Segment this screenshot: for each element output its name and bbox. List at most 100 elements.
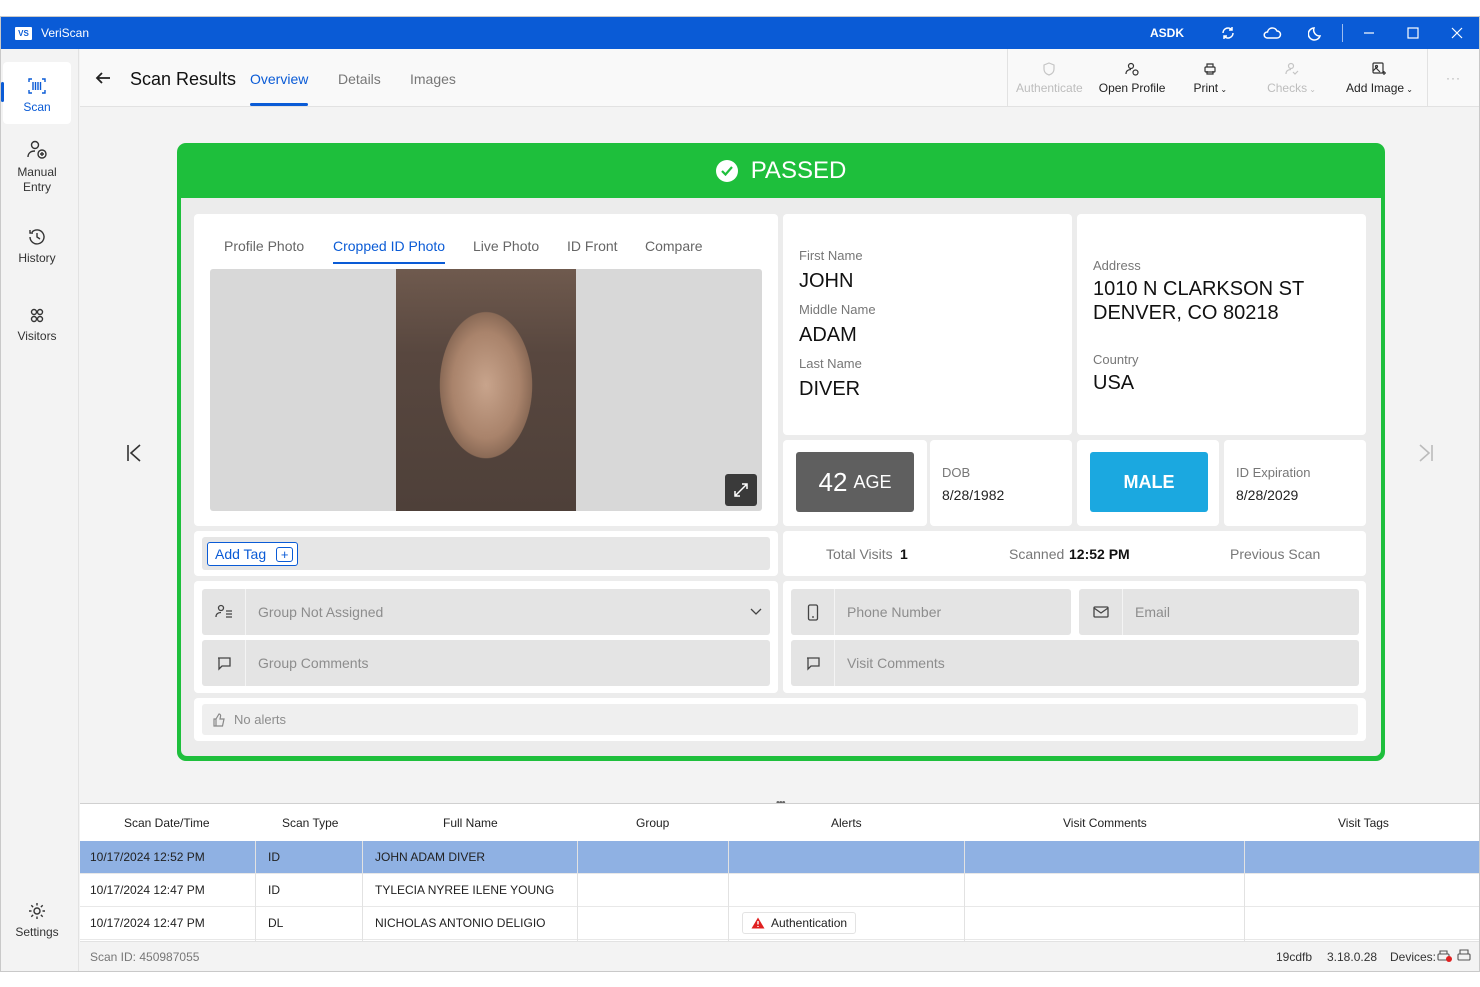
app-version: 3.18.0.28 <box>1327 950 1378 964</box>
cell-full-name: NICHOLAS ANTONIO DELIGIO <box>375 916 546 930</box>
cell-datetime: 10/17/2024 12:52 PM <box>90 850 205 864</box>
table-row[interactable]: 10/17/2024 12:47 PM ID TYLECIA NYREE ILE… <box>80 874 1479 907</box>
add-image-icon <box>1372 61 1386 75</box>
expand-icon[interactable] <box>725 474 757 506</box>
maximize-icon[interactable] <box>1391 17 1435 49</box>
sidebar-item-history[interactable]: History <box>3 227 71 266</box>
check-circle-icon <box>715 159 738 182</box>
id-expiration-panel: ID Expiration 8/28/2029 <box>1224 440 1366 526</box>
dark-mode-icon[interactable] <box>1294 17 1338 49</box>
column-header[interactable]: Visit Tags <box>1338 816 1389 830</box>
last-name-value: DIVER <box>799 378 861 400</box>
title-bar: VS VeriScan ASDK <box>1 17 1479 49</box>
add-image-label: Add Image <box>1346 80 1405 95</box>
dob-panel: DOB 8/28/1982 <box>930 440 1072 526</box>
back-arrow-icon[interactable] <box>94 69 112 92</box>
sidebar-item-scan[interactable]: Scan <box>1 62 71 124</box>
group-placeholder: Group Not Assigned <box>258 604 384 620</box>
cell-scan-type: ID <box>268 883 280 897</box>
app-name: VeriScan <box>41 26 90 40</box>
phone-number-field[interactable]: Phone Number <box>791 589 1071 635</box>
column-header[interactable]: Group <box>636 816 669 830</box>
visit-comments-field[interactable]: Visit Comments <box>791 640 1359 686</box>
devices-label: Devices: <box>1390 950 1437 964</box>
email-field[interactable]: Email <box>1079 589 1359 635</box>
column-header[interactable]: Alerts <box>831 816 862 830</box>
column-header[interactable]: Scan Type <box>282 816 338 830</box>
app-window: VS VeriScan ASDK Scan Manual Entry Histo… <box>0 16 1480 972</box>
dob-label: DOB <box>942 465 971 480</box>
group-select[interactable]: Group Not Assigned <box>202 589 770 635</box>
table-row[interactable]: 10/17/2024 12:47 PM DL NICHOLAS ANTONIO … <box>80 907 1479 940</box>
open-profile-button[interactable]: Open Profile <box>1091 49 1174 107</box>
alert-badge[interactable]: Authentication <box>742 912 857 934</box>
address-label: Address <box>1093 258 1141 273</box>
open-profile-label: Open Profile <box>1098 80 1166 95</box>
scan-result-card: PASSED Profile Photo Cropped ID Photo Li… <box>177 143 1385 761</box>
tab-id-front[interactable]: ID Front <box>567 238 618 254</box>
column-header[interactable]: Full Name <box>443 816 498 830</box>
tab-cropped-id-photo[interactable]: Cropped ID Photo <box>333 238 446 264</box>
minimize-icon[interactable] <box>1347 17 1391 49</box>
visits-panel: Total Visits 1 Scanned 12:52 PM Previous… <box>783 531 1366 576</box>
sidebar: Scan Manual Entry History Visitors Setti… <box>1 49 79 971</box>
tags-panel: Add Tag + <box>194 531 778 576</box>
cell-scan-type: ID <box>268 850 280 864</box>
authenticate-button[interactable]: Authenticate <box>1008 49 1091 107</box>
group-comments-field[interactable]: Group Comments <box>202 640 770 686</box>
table-row[interactable]: 10/17/2024 12:52 PM ID JOHN ADAM DIVER <box>80 841 1479 874</box>
tab-images[interactable]: Images <box>410 71 456 87</box>
sidebar-item-label: History <box>18 251 56 265</box>
tab-live-photo[interactable]: Live Photo <box>473 238 539 254</box>
alerts-panel: No alerts <box>194 698 1366 741</box>
sync-icon[interactable] <box>1206 17 1250 49</box>
email-placeholder: Email <box>1135 604 1171 620</box>
build-id: 19cdfb <box>1276 950 1313 964</box>
middle-name-label: Middle Name <box>799 302 876 317</box>
page-header: Scan Results Overview Details Images Aut… <box>80 49 1479 107</box>
result-status: PASSED <box>750 156 847 184</box>
alert-label: Authentication <box>771 916 848 930</box>
result-banner: PASSED <box>177 143 1385 198</box>
age-panel: 42 AGE <box>783 440 927 526</box>
column-header[interactable]: Scan Date/Time <box>124 816 210 830</box>
checks-button[interactable]: Checks ⌄ <box>1247 49 1336 107</box>
last-record-icon[interactable] <box>1417 443 1435 468</box>
first-record-icon[interactable] <box>125 443 143 468</box>
plus-icon: + <box>276 546 294 562</box>
sidebar-item-manual-entry[interactable]: Manual Entry <box>3 139 71 195</box>
card-body: Profile Photo Cropped ID Photo Live Phot… <box>181 198 1381 756</box>
tab-compare[interactable]: Compare <box>645 238 703 254</box>
chevron-down-icon <box>750 608 762 615</box>
country-label: Country <box>1093 352 1139 367</box>
group-comments-placeholder: Group Comments <box>258 655 369 671</box>
tab-profile-photo[interactable]: Profile Photo <box>224 238 304 254</box>
total-visits-label: Total Visits <box>826 546 893 562</box>
add-image-button[interactable]: Add Image ⌄ <box>1336 49 1427 107</box>
tab-overview[interactable]: Overview <box>250 71 309 106</box>
app-logo: VS <box>15 26 32 40</box>
sidebar-item-settings[interactable]: Settings <box>3 901 71 940</box>
printer-icon <box>1204 62 1216 75</box>
profile-icon <box>1125 62 1139 76</box>
add-tag-label: Add Tag <box>215 546 267 562</box>
add-tag-button[interactable]: Add Tag + <box>207 542 299 566</box>
sidebar-item-label: Visitors <box>17 329 57 343</box>
cloud-icon[interactable] <box>1250 17 1294 49</box>
visitors-icon <box>30 308 44 323</box>
column-header[interactable]: Visit Comments <box>1063 816 1147 830</box>
account-label[interactable]: ASDK <box>1150 26 1184 40</box>
printer-device-icon[interactable] <box>1457 949 1471 963</box>
tab-details[interactable]: Details <box>338 71 381 87</box>
address-line1: 1010 N CLARKSON ST <box>1093 278 1305 300</box>
print-button[interactable]: Print ⌄ <box>1173 49 1247 107</box>
previous-scan-label: Previous Scan <box>1230 546 1321 562</box>
authenticate-label: Authenticate <box>1016 80 1083 95</box>
name-panel: First Name JOHN Middle Name ADAM Last Na… <box>783 214 1072 435</box>
more-options-button[interactable]: ··· <box>1427 49 1479 107</box>
close-icon[interactable] <box>1435 17 1479 49</box>
history-icon <box>29 229 45 245</box>
sidebar-item-visitors[interactable]: Visitors <box>3 305 71 344</box>
phone-icon <box>791 589 835 635</box>
scanner-error-icon[interactable] <box>1437 949 1453 963</box>
